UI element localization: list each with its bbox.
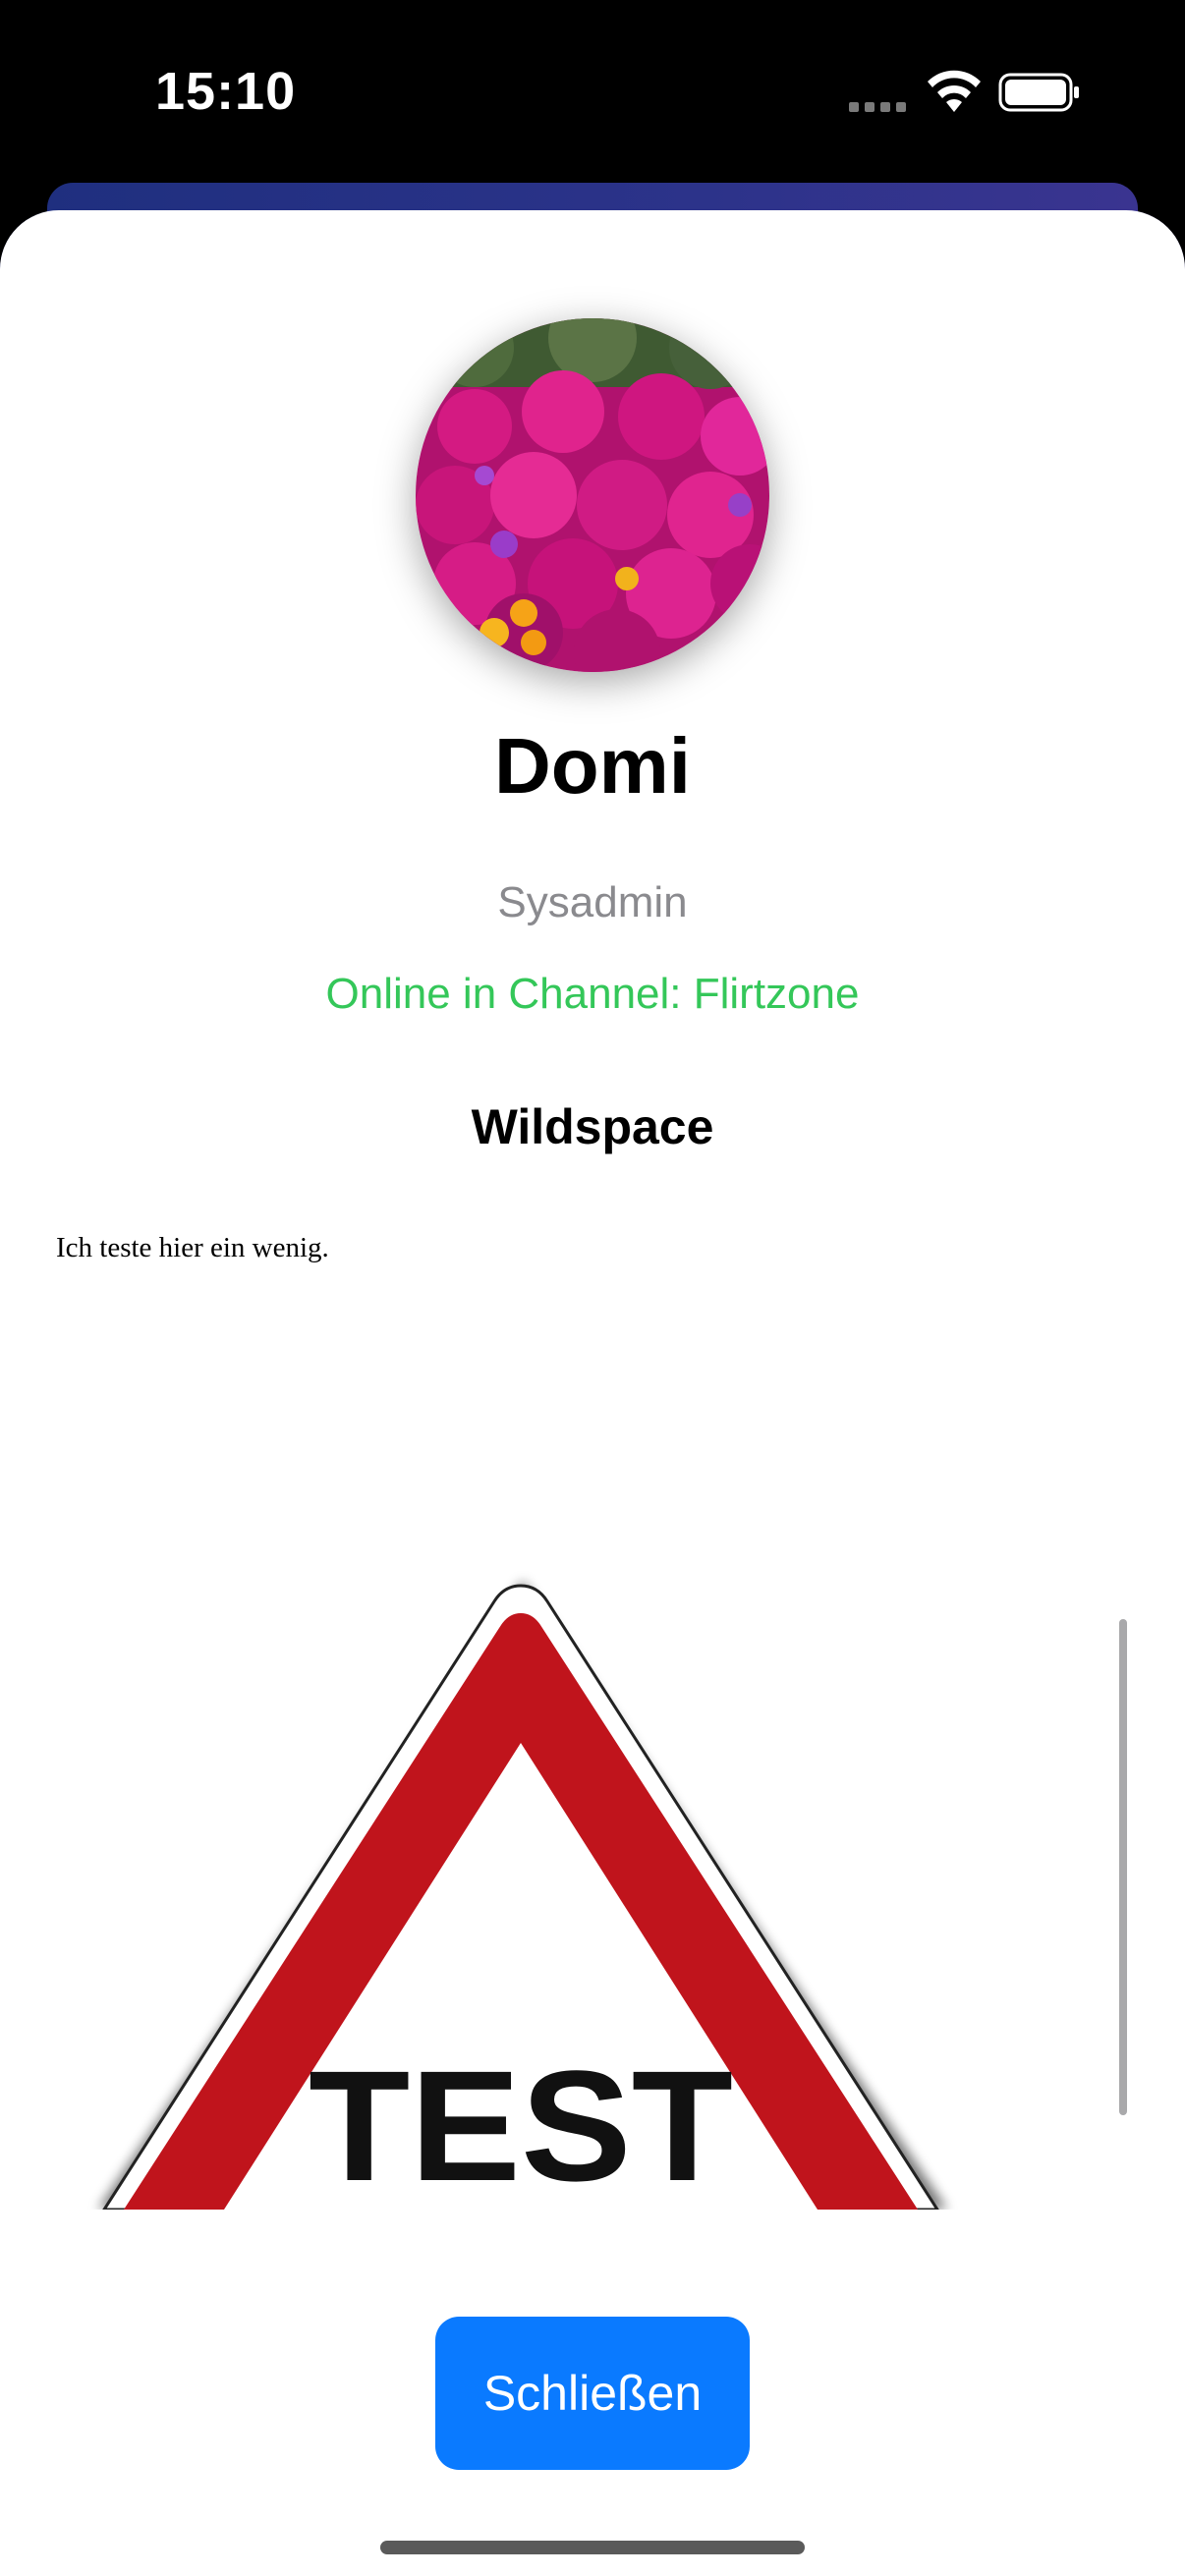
- wifi-icon: [928, 70, 981, 112]
- online-status: Online in Channel: Flirtzone: [325, 970, 860, 1018]
- scrollbar[interactable]: [1119, 1619, 1127, 2115]
- close-button[interactable]: Schließen: [435, 2317, 750, 2470]
- profile-bio: Ich teste hier ein wenig.: [56, 1232, 329, 1263]
- section-title: Wildspace: [471, 1099, 714, 1154]
- home-indicator[interactable]: [380, 2541, 805, 2554]
- sign-text: TEST: [309, 2038, 733, 2210]
- battery-icon: [998, 73, 1079, 112]
- profile-name: Domi: [494, 722, 691, 810]
- warning-sign-image: TEST: [98, 1581, 947, 2210]
- profile-sheet: Domi Sysadmin Online in Channel: Flirtzo…: [0, 210, 1185, 2576]
- flower-avatar: [416, 318, 769, 672]
- signal-dots-icon: [849, 102, 908, 114]
- status-bar: 15:10: [0, 0, 1185, 187]
- status-time: 15:10: [155, 62, 297, 121]
- profile-role: Sysadmin: [497, 878, 688, 926]
